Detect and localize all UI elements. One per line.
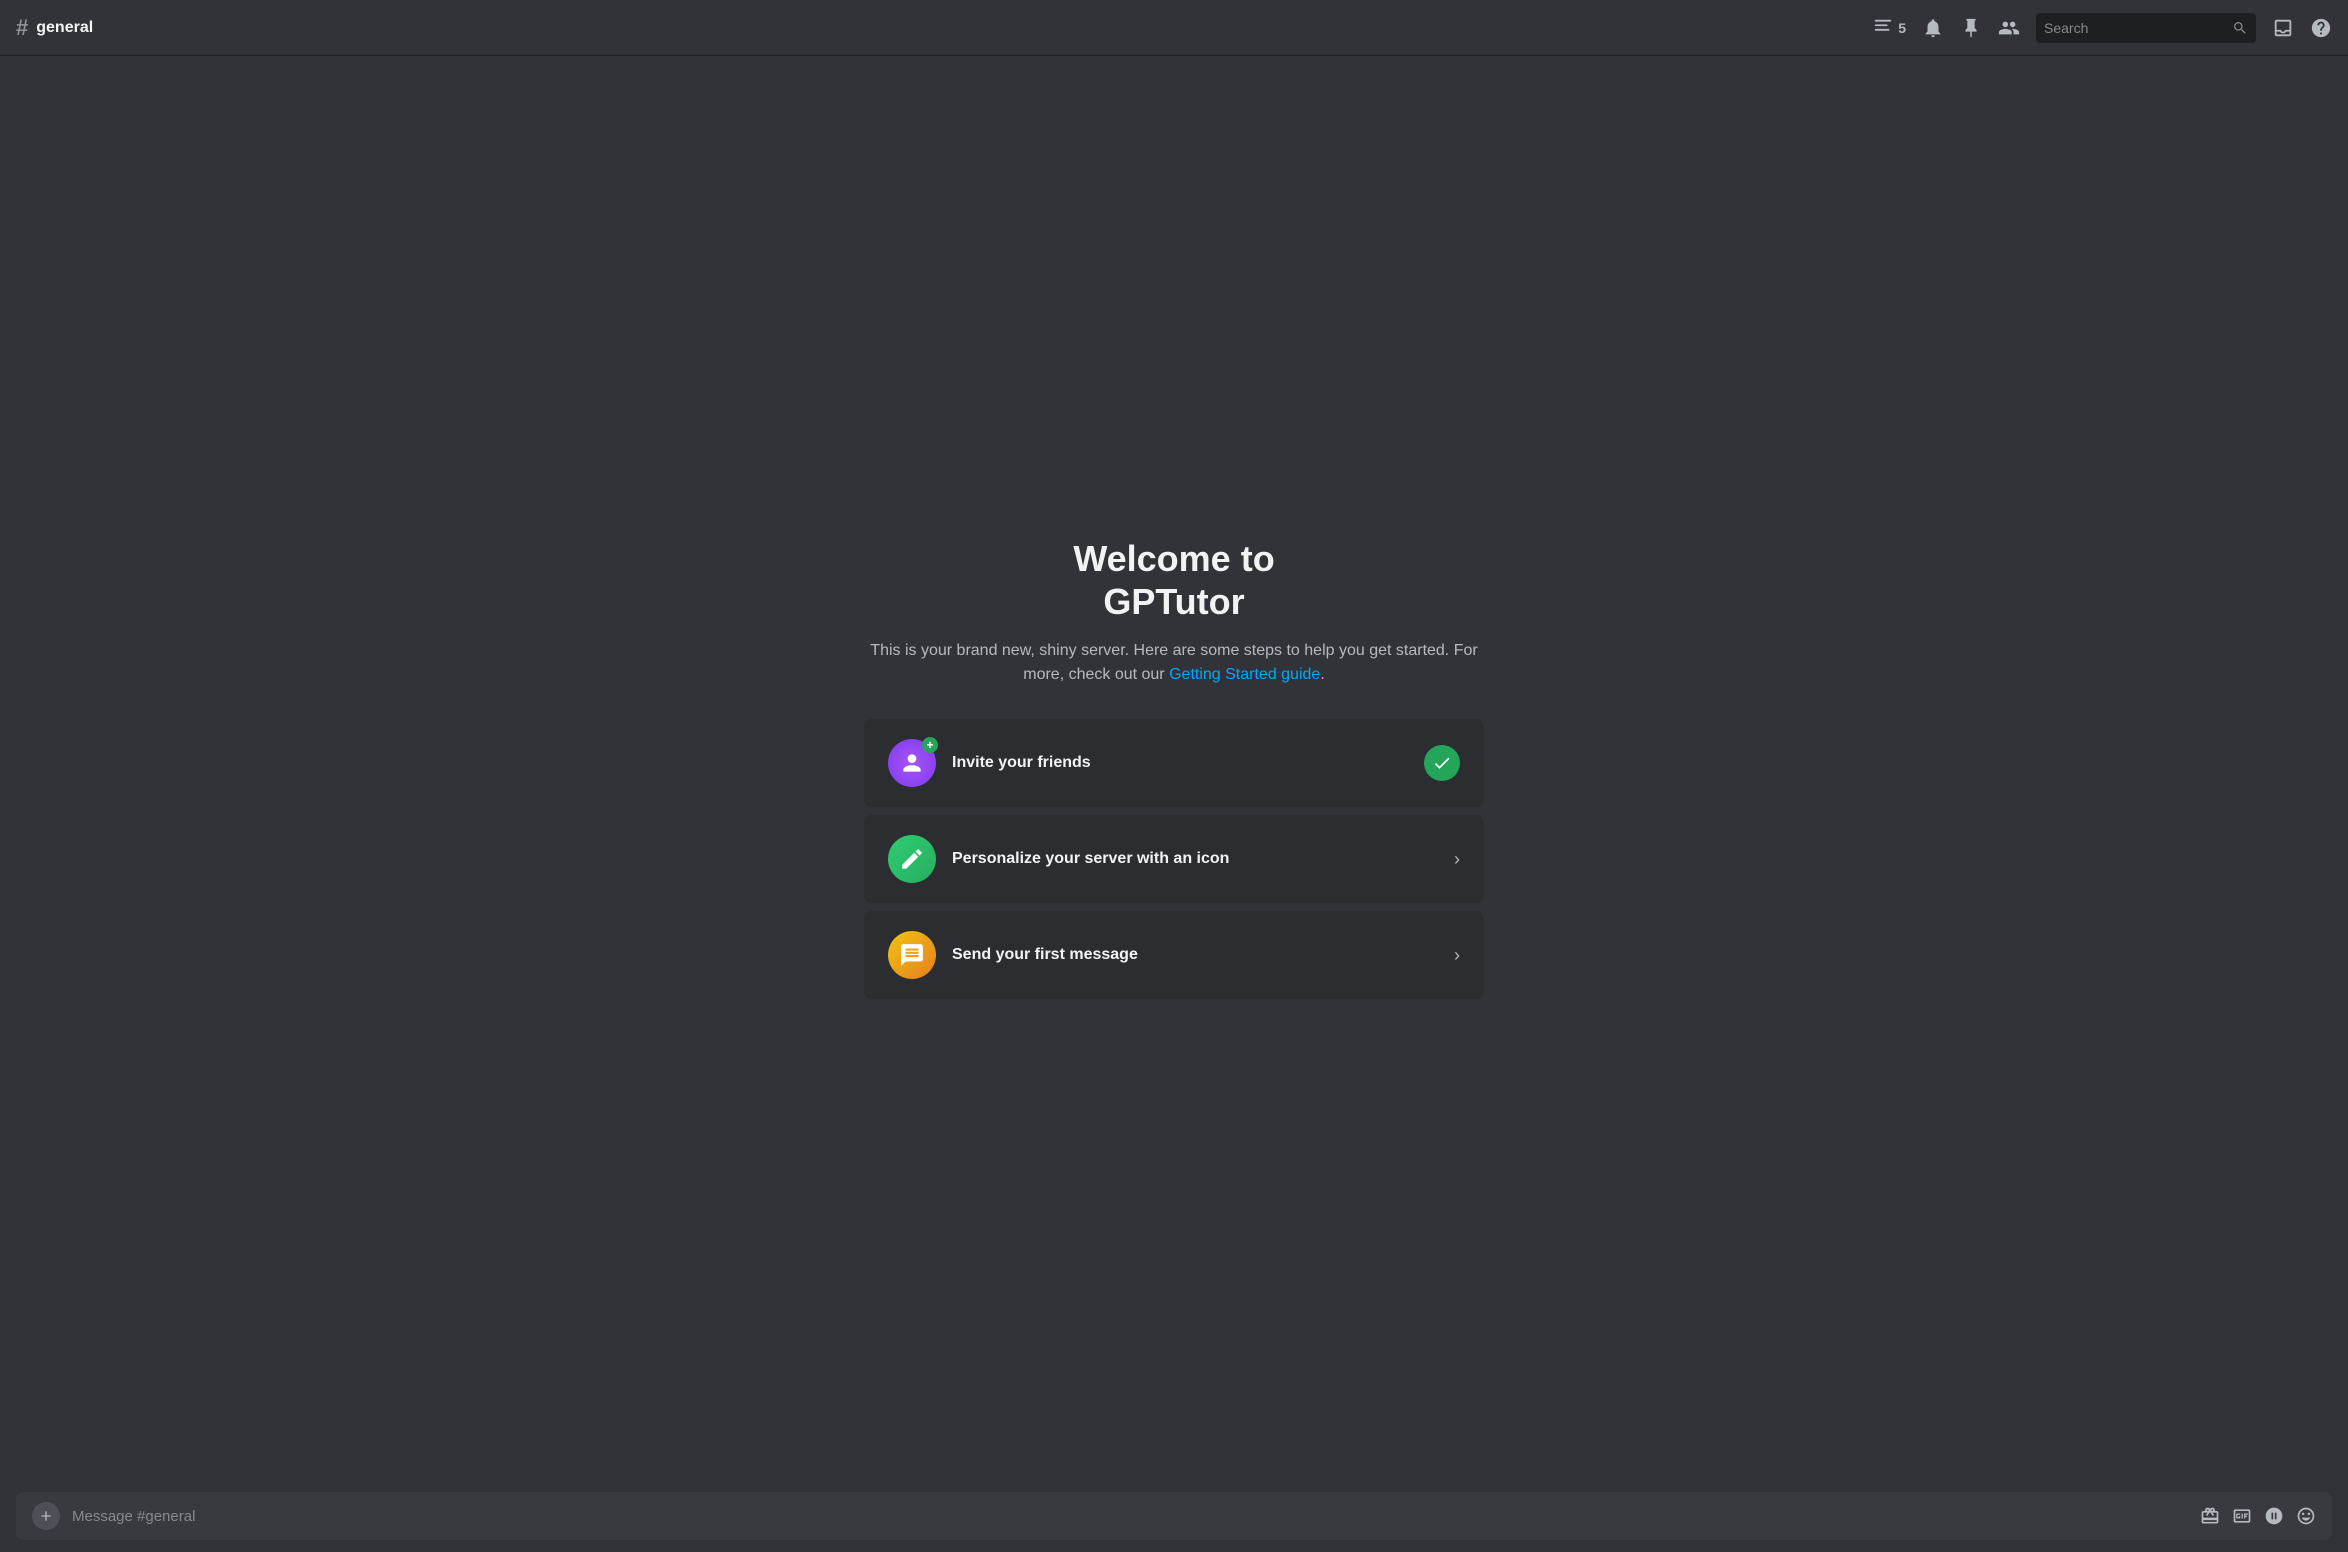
channel-header: # general 5 [0,0,2348,56]
threads-count: 5 [1898,20,1906,36]
inbox-button[interactable] [2272,17,2294,39]
getting-started-link[interactable]: Getting Started guide [1169,666,1320,683]
steps-container: Invite your friends Personalize your [864,719,1484,999]
step-invite-friends[interactable]: Invite your friends [864,719,1484,807]
chevron-right-icon: › [1454,849,1460,870]
message-bar [0,1480,2348,1552]
add-file-button[interactable] [32,1502,60,1530]
send-message-icon [888,931,936,979]
help-button[interactable] [2310,17,2332,39]
channel-title: general [36,19,93,37]
step-send-message[interactable]: Send your first message › [864,911,1484,999]
welcome-section: Welcome to GPTutor This is your brand ne… [864,537,1484,999]
welcome-title: Welcome to GPTutor [864,537,1484,623]
message-input-right-icons [2200,1506,2316,1526]
channel-hash-icon: # [16,15,28,41]
welcome-description: This is your brand new, shiny server. He… [864,639,1484,687]
personalize-server-icon [888,835,936,883]
gif-icon[interactable] [2232,1506,2252,1526]
notifications-button[interactable] [1922,17,1944,39]
personalize-server-label: Personalize your server with an icon [952,850,1438,868]
main-content: Welcome to GPTutor This is your brand ne… [0,56,2348,1480]
search-box[interactable] [2036,13,2256,43]
search-input[interactable] [2044,20,2224,36]
personalize-chevron: › [1454,849,1460,870]
message-input-wrapper [16,1492,2332,1540]
sticker-icon[interactable] [2264,1506,2284,1526]
send-message-label: Send your first message [952,946,1438,964]
members-button[interactable] [1998,17,2020,39]
invite-friends-action [1424,745,1460,781]
invite-friends-label: Invite your friends [952,754,1408,772]
threads-button[interactable]: 5 [1872,17,1906,39]
completed-checkmark [1424,745,1460,781]
pinned-button[interactable] [1960,17,1982,39]
header-actions: 5 [1872,13,2332,43]
channel-name-section: # general [16,15,1860,41]
emoji-icon[interactable] [2296,1506,2316,1526]
invite-friends-icon [888,739,936,787]
send-message-chevron: › [1454,945,1460,966]
chevron-right-icon-2: › [1454,945,1460,966]
gift-icon[interactable] [2200,1506,2220,1526]
search-icon [2232,19,2248,36]
message-input[interactable] [72,1508,2188,1525]
step-personalize-server[interactable]: Personalize your server with an icon › [864,815,1484,903]
